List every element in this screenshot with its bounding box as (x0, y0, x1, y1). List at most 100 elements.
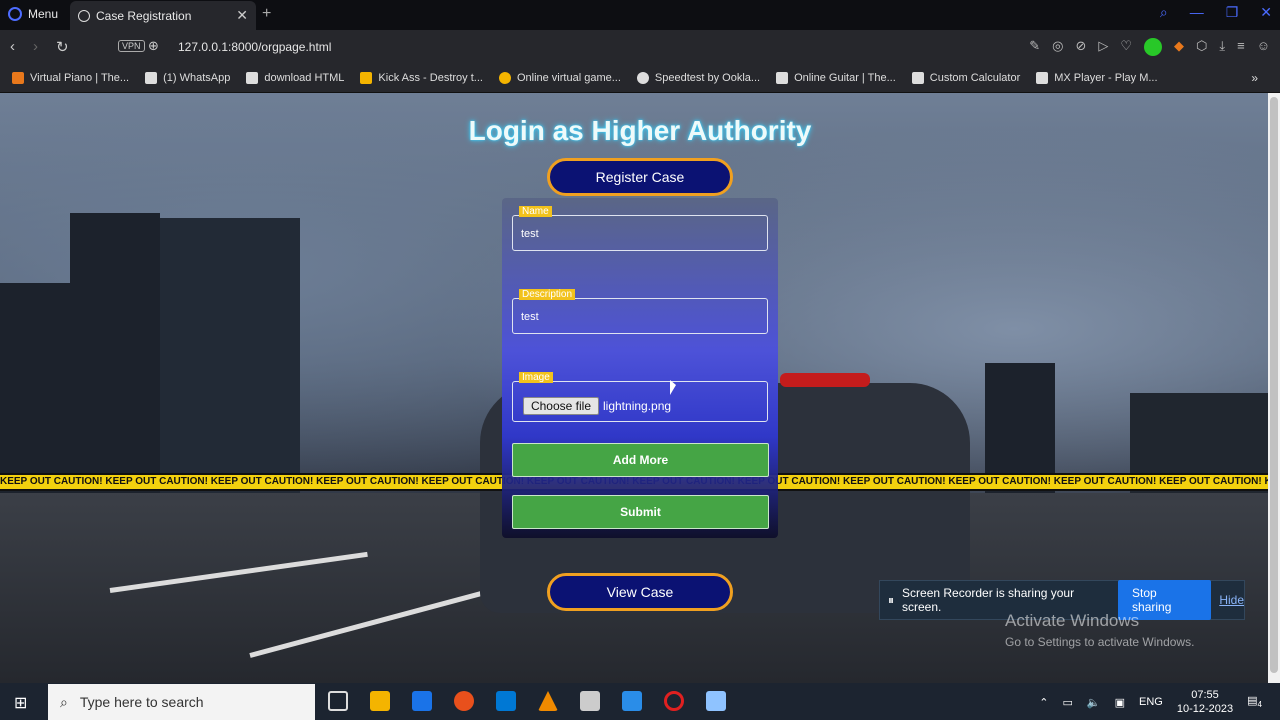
description-label: Description (519, 289, 576, 300)
description-field[interactable]: Description test (512, 289, 768, 334)
address-bar-icons: ✎ ◎ ⊘ ▷ ♡ ◆ ⬡ ⤓ ≡ ☺ (1029, 38, 1270, 56)
bookmark-item[interactable]: Speedtest by Ookla... (636, 71, 760, 84)
block-icon[interactable]: ⊘ (1075, 38, 1086, 56)
easy-setup-icon[interactable]: ≡ (1237, 38, 1245, 56)
taskbar-apps (328, 691, 726, 711)
vpn-badge[interactable]: VPN (118, 40, 145, 52)
page-scrollbar[interactable] (1268, 93, 1280, 683)
minimize-icon[interactable]: — (1190, 4, 1204, 21)
tab-close-icon[interactable]: ✕ (236, 7, 248, 24)
bookmark-item[interactable]: Custom Calculator (911, 71, 1020, 84)
window-controls: ⌕ — ❐ ✕ (1160, 4, 1272, 21)
play-icon[interactable]: ▷ (1098, 38, 1108, 56)
browser-tab-bar: Menu Case Registration ✕ + ⌕ — ❐ ✕ (0, 0, 1280, 30)
vlc-icon[interactable] (538, 691, 558, 711)
case-form: Name test Description test Image Choose … (502, 198, 778, 538)
restore-icon[interactable]: ❐ (1226, 4, 1239, 21)
mail-icon[interactable] (496, 691, 516, 711)
bookmark-item[interactable]: Kick Ass - Destroy t... (360, 71, 483, 84)
bookmark-item[interactable]: (1) WhatsApp (145, 71, 230, 84)
reload-icon[interactable]: ↻ (56, 38, 69, 56)
windows-start-icon[interactable]: ⊞ (14, 693, 27, 713)
globe-icon (78, 9, 90, 22)
bookmarks-more-icon[interactable]: » (1251, 71, 1258, 85)
windows-taskbar: ⊞ ⌕ Type here to search ⌃ ▭ 🔈 ▣ ENG 07:5… (0, 683, 1280, 720)
taskbar-clock[interactable]: 07:55 10-12-2023 (1177, 688, 1233, 716)
activate-windows-watermark: Activate Windows Go to Settings to activ… (1005, 611, 1194, 649)
bookmark-item[interactable]: Online virtual game... (498, 71, 621, 84)
forward-icon[interactable]: › (33, 38, 38, 56)
network-icon[interactable]: ▣ (1115, 696, 1125, 709)
edit-icon[interactable]: ✎ (1029, 38, 1040, 56)
taskbar-search-placeholder: Type here to search (79, 694, 204, 710)
task-view-icon[interactable] (328, 691, 348, 711)
bookmark-item[interactable]: download HTML (246, 71, 344, 84)
address-bar-row: ‹ › ↻ VPN ⊕ 127.0.0.1:8000/orgpage.html … (0, 30, 1280, 63)
app-icon[interactable] (580, 691, 600, 711)
file-explorer-icon[interactable] (370, 691, 390, 711)
name-input[interactable]: test (521, 228, 539, 240)
navigation-buttons: ‹ › ↻ (10, 38, 69, 56)
taskbar-search-box[interactable]: ⌕ Type here to search (48, 684, 315, 720)
register-case-button[interactable]: Register Case (547, 158, 733, 196)
language-indicator[interactable]: ENG (1139, 696, 1163, 708)
bookmark-item[interactable]: Virtual Piano | The... (12, 71, 129, 84)
notifications-icon[interactable]: ▤4 (1247, 694, 1262, 709)
opera-icon[interactable] (664, 691, 684, 711)
profile-icon[interactable]: ☺ (1257, 38, 1270, 56)
page-icon (776, 71, 789, 84)
heart-icon[interactable]: ♡ (1120, 38, 1132, 56)
submit-button[interactable]: Submit (512, 495, 769, 529)
clock-time: 07:55 (1191, 689, 1219, 701)
background-building (160, 218, 300, 493)
background-building (0, 283, 70, 493)
bookmarks-bar: Virtual Piano | The... (1) WhatsApp down… (0, 63, 1280, 93)
camera-icon[interactable]: ◎ (1052, 38, 1063, 56)
opera-gx-icon[interactable] (454, 691, 474, 711)
choose-file-button[interactable]: Choose file (523, 397, 599, 415)
close-window-icon[interactable]: ✕ (1260, 4, 1272, 21)
notification-count: 4 (1257, 700, 1262, 710)
page-icon (145, 71, 158, 84)
volume-icon[interactable]: 🔈 (1087, 696, 1101, 709)
chevron-up-icon[interactable]: ⌃ (1039, 696, 1048, 709)
opera-logo-icon (8, 7, 22, 21)
description-input[interactable]: test (521, 311, 539, 323)
cube-icon[interactable]: ⬡ (1196, 38, 1207, 56)
page-icon (246, 71, 259, 84)
hide-link[interactable]: Hide (1219, 593, 1244, 607)
pause-icon: ⏸ (888, 592, 895, 607)
page-title: Login as Higher Authority (468, 115, 812, 146)
store-icon[interactable] (412, 691, 432, 711)
view-case-button[interactable]: View Case (547, 573, 733, 611)
new-tab-button[interactable]: + (262, 5, 271, 23)
vscode-icon[interactable] (622, 691, 642, 711)
green-extension-icon[interactable] (1144, 38, 1163, 56)
screen-share-message: Screen Recorder is sharing your screen. (902, 586, 1075, 614)
scrollbar-thumb[interactable] (1270, 97, 1278, 673)
add-more-button[interactable]: Add More (512, 443, 769, 477)
bookmark-item[interactable]: Online Guitar | The... (776, 71, 896, 84)
background-building (70, 213, 160, 493)
notepad-icon[interactable] (706, 691, 726, 711)
search-tabs-icon[interactable]: ⌕ (1160, 4, 1168, 21)
browser-menu-button[interactable]: Menu (8, 7, 58, 21)
play-circle-icon (498, 71, 511, 84)
page-icon (911, 71, 924, 84)
url-input[interactable]: 127.0.0.1:8000/orgpage.html (178, 40, 331, 54)
back-icon[interactable]: ‹ (10, 38, 15, 56)
image-label: Image (519, 372, 553, 383)
fox-extension-icon[interactable]: ◆ (1174, 38, 1184, 56)
bookmark-item[interactable]: MX Player - Play M... (1036, 71, 1158, 84)
clock-date: 10-12-2023 (1176, 703, 1234, 715)
tab-title: Case Registration (96, 8, 192, 23)
battery-icon[interactable]: ▭ (1063, 696, 1073, 709)
activate-subtitle: Go to Settings to activate Windows. (1005, 635, 1195, 649)
search-icon: ⌕ (60, 693, 68, 710)
download-icon[interactable]: ⤓ (1219, 38, 1225, 56)
browser-tab-active[interactable]: Case Registration ✕ (70, 1, 256, 30)
site-info-icon[interactable]: ⊕ (148, 38, 159, 54)
system-tray: ⌃ ▭ 🔈 ▣ ENG 07:55 10-12-2023 ▤4 (1039, 688, 1262, 716)
mouse-cursor-icon (670, 380, 676, 395)
name-field[interactable]: Name test (512, 206, 768, 251)
